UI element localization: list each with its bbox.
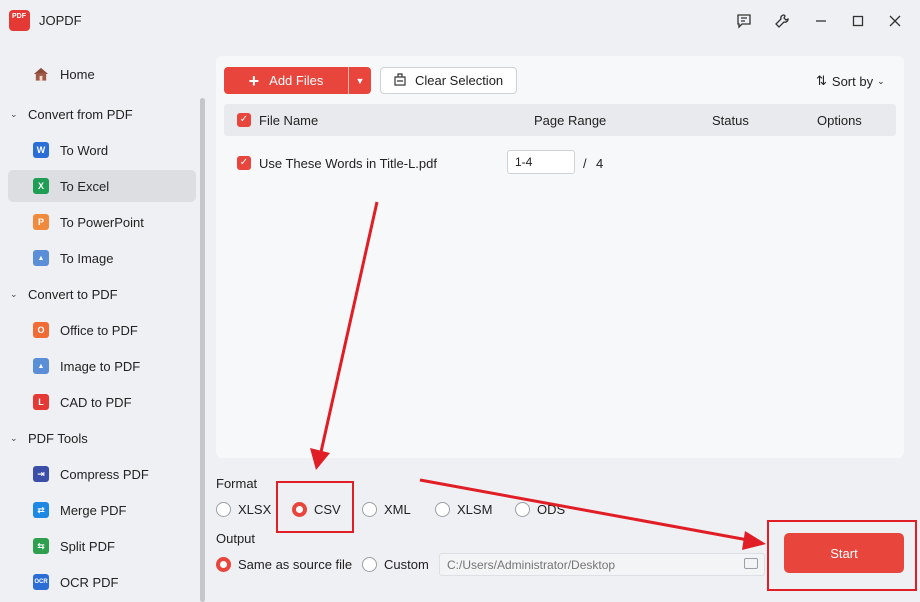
settings-icon[interactable] bbox=[771, 10, 793, 32]
output-path-input[interactable] bbox=[439, 553, 765, 576]
image-icon: ▲ bbox=[33, 250, 49, 266]
app-title: JOPDF bbox=[39, 13, 82, 28]
output-radio-same-as-source[interactable]: Same as source file bbox=[216, 557, 352, 572]
sidebar-item-compress-pdf[interactable]: ⇥ Compress PDF bbox=[8, 458, 196, 490]
header-page-range: Page Range bbox=[534, 113, 607, 128]
clear-selection-button[interactable]: Clear Selection bbox=[380, 67, 517, 94]
compress-icon: ⇥ bbox=[33, 466, 49, 482]
csv-highlight-box bbox=[276, 481, 354, 533]
page-range-separator: / bbox=[583, 156, 587, 171]
format-radio-xlsx[interactable]: XLSX bbox=[216, 502, 271, 517]
table-header: ✓ File Name Page Range Status Options bbox=[224, 104, 896, 136]
radio-icon bbox=[216, 502, 231, 517]
word-icon: W bbox=[33, 142, 49, 158]
group-convert-to-pdf[interactable]: ⌄ Convert to PDF bbox=[10, 282, 118, 306]
sidebar-item-to-word[interactable]: W To Word bbox=[8, 134, 196, 166]
group-pdf-tools[interactable]: ⌄ PDF Tools bbox=[10, 426, 88, 450]
sidebar-item-office-to-pdf[interactable]: O Office to PDF bbox=[8, 314, 196, 346]
add-files-dropdown-button[interactable]: ▼ bbox=[349, 67, 371, 94]
header-options: Options bbox=[817, 113, 862, 128]
radio-icon bbox=[362, 557, 377, 572]
add-files-button-group: + Add Files ▼ bbox=[224, 67, 371, 94]
sidebar-item-to-powerpoint[interactable]: P To PowerPoint bbox=[8, 206, 196, 238]
folder-icon[interactable] bbox=[744, 558, 758, 569]
select-all-checkbox[interactable]: ✓ bbox=[237, 113, 251, 127]
image-icon: ▲ bbox=[33, 358, 49, 374]
radio-icon bbox=[515, 502, 530, 517]
app-logo-icon: PDF bbox=[9, 10, 30, 31]
header-file-name: File Name bbox=[259, 113, 319, 128]
sidebar-item-to-image[interactable]: ▲ To Image bbox=[8, 242, 196, 274]
chevron-down-icon: ⌄ bbox=[10, 432, 18, 443]
arrow-head-start bbox=[742, 531, 766, 550]
sidebar-scrollbar[interactable] bbox=[200, 98, 205, 602]
excel-icon: X bbox=[33, 178, 49, 194]
sidebar: Home ⌄ Convert from PDF W To Word X To E… bbox=[0, 42, 208, 602]
file-name: Use These Words in Title-L.pdf bbox=[259, 156, 437, 171]
powerpoint-icon: P bbox=[33, 214, 49, 230]
output-label: Output bbox=[216, 531, 256, 546]
format-radio-xml[interactable]: XML bbox=[362, 502, 411, 517]
feedback-icon[interactable] bbox=[733, 10, 755, 32]
total-pages: 4 bbox=[596, 156, 604, 171]
close-icon[interactable] bbox=[884, 10, 906, 32]
group-convert-from-pdf[interactable]: ⌄ Convert from PDF bbox=[10, 102, 133, 126]
add-files-button[interactable]: + Add Files bbox=[224, 67, 349, 94]
home-icon bbox=[33, 66, 49, 82]
minimize-icon[interactable] bbox=[810, 10, 832, 32]
format-label: Format bbox=[216, 476, 258, 491]
chevron-down-icon: ⌄ bbox=[10, 288, 18, 299]
plus-icon: + bbox=[248, 70, 260, 91]
ocr-icon: OCR bbox=[33, 574, 49, 590]
table-row: ✓ Use These Words in Title-L.pdf / 4 bbox=[224, 150, 896, 178]
sidebar-item-cad-to-pdf[interactable]: L CAD to PDF bbox=[8, 386, 196, 418]
maximize-icon[interactable] bbox=[847, 10, 869, 32]
sidebar-item-to-excel[interactable]: X To Excel bbox=[8, 170, 196, 202]
page-range-input[interactable] bbox=[507, 150, 575, 174]
radio-icon bbox=[362, 502, 377, 517]
radio-icon bbox=[435, 502, 450, 517]
title-bar: PDF JOPDF bbox=[0, 0, 920, 42]
format-radio-ods[interactable]: ODS bbox=[515, 502, 565, 517]
radio-selected-icon bbox=[216, 557, 231, 572]
chevron-down-icon: ⌄ bbox=[877, 75, 885, 86]
merge-icon: ⇄ bbox=[33, 502, 49, 518]
clear-icon bbox=[393, 72, 407, 89]
format-radio-xlsm[interactable]: XLSM bbox=[435, 502, 492, 517]
header-status: Status bbox=[712, 113, 749, 128]
sort-icon: ⇅ bbox=[816, 73, 827, 88]
cad-icon: L bbox=[33, 394, 49, 410]
row-checkbox[interactable]: ✓ bbox=[237, 156, 251, 170]
sidebar-item-image-to-pdf[interactable]: ▲ Image to PDF bbox=[8, 350, 196, 382]
output-radio-custom[interactable]: Custom bbox=[362, 557, 429, 572]
start-highlight-box bbox=[767, 520, 917, 591]
office-icon: O bbox=[33, 322, 49, 338]
file-list-panel: + Add Files ▼ Clear Selection ⇅ Sort by … bbox=[216, 56, 904, 458]
chevron-down-icon: ⌄ bbox=[10, 108, 18, 119]
sidebar-item-home[interactable]: Home bbox=[8, 58, 196, 90]
split-icon: ⇆ bbox=[33, 538, 49, 554]
sidebar-item-merge-pdf[interactable]: ⇄ Merge PDF bbox=[8, 494, 196, 526]
sort-by-dropdown[interactable]: ⇅ Sort by ⌄ bbox=[816, 73, 885, 89]
sidebar-item-split-pdf[interactable]: ⇆ Split PDF bbox=[8, 530, 196, 562]
chevron-down-icon: ▼ bbox=[355, 75, 365, 86]
sidebar-item-ocr-pdf[interactable]: OCR OCR PDF bbox=[8, 566, 196, 598]
